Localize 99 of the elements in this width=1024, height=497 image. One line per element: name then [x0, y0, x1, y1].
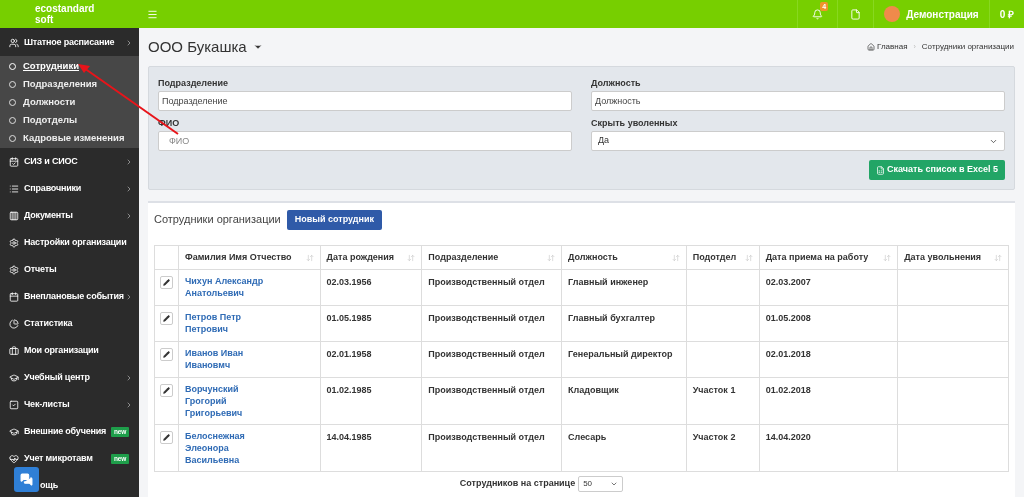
table-header-cell[interactable]: Подразделение [421, 245, 562, 270]
submenu-item[interactable]: Подразделения [0, 75, 139, 93]
avatar [884, 6, 901, 22]
input-field[interactable]: Должность [591, 91, 1005, 111]
table-cell: 01.05.1985 [326, 313, 372, 323]
sidebar-item[interactable]: СИЗ и СИОС [0, 148, 139, 175]
gear-icon [9, 237, 19, 248]
graduation-cap-icon [9, 372, 19, 383]
input-field[interactable]: ФИО [158, 131, 572, 151]
page-size-select[interactable]: 50 [578, 476, 624, 492]
submenu-item[interactable]: Подотделы [0, 111, 139, 129]
sort-icon [547, 253, 556, 262]
table-header-cell[interactable]: Подотдел [686, 245, 760, 270]
table-cell: Главный инженер [568, 277, 649, 287]
sort-icon [407, 253, 416, 262]
table-cell: Слесарь [568, 432, 607, 442]
page-title[interactable]: ООО Букашка [148, 35, 247, 59]
table-header-cell[interactable]: Дата увольнения [897, 245, 1009, 270]
columns-icon [9, 210, 19, 221]
submenu-item[interactable]: Должности [0, 93, 139, 111]
pencil-icon [163, 434, 170, 441]
home-icon [867, 43, 876, 51]
table-header-cell[interactable]: Дата приема на работу [759, 245, 898, 270]
edit-button[interactable] [160, 384, 173, 397]
table-cell: Производственный отдел [428, 349, 545, 359]
submenu-item[interactable]: Сотрудники [0, 57, 139, 75]
table-cell: 01.05.2008 [765, 313, 811, 323]
caret-icon[interactable] [252, 42, 263, 52]
users-icon [9, 37, 19, 48]
table-header-cell[interactable]: Должность [561, 245, 687, 270]
table-cell: Кладовщик [568, 385, 619, 395]
table-cell: Производственный отдел [428, 385, 545, 395]
table-header-cell[interactable]: Дата рождения [320, 245, 422, 270]
field-label: Подразделение [158, 77, 229, 90]
pie-chart-icon [9, 318, 19, 329]
select-field[interactable]: Да [591, 131, 1005, 151]
pencil-icon [163, 387, 170, 394]
calendar-check-icon [9, 156, 19, 167]
sidebar-item[interactable]: Чек-листы [0, 391, 139, 418]
breadcrumb[interactable]: Главная [877, 41, 908, 53]
sidebar-item[interactable]: Документы [0, 202, 139, 229]
sort-icon [883, 253, 892, 262]
table-cell: Главный бухгалтер [568, 313, 656, 323]
table-cell: 02.01.1958 [326, 349, 372, 359]
chat-button[interactable] [14, 467, 39, 492]
page-size-label: Сотрудников на странице [459, 477, 576, 491]
edit-button[interactable] [160, 348, 173, 361]
logo-text: ecostandard [35, 3, 96, 14]
table-cell: 02.03.2007 [765, 277, 811, 287]
list-icon [9, 183, 19, 194]
table-cell: Производственный отдел [428, 432, 545, 442]
gear-icon [9, 264, 19, 275]
chat-icon [20, 473, 33, 486]
sidebar-item[interactable]: Настройки организации [0, 229, 139, 256]
sort-icon [744, 253, 753, 262]
new-employee-button[interactable]: Новый сотрудник [286, 209, 383, 230]
breadcrumb: Сотрудники организации [921, 41, 1014, 53]
table-cell: 02.03.1956 [326, 277, 372, 287]
heart-pulse-icon [9, 453, 19, 464]
sidebar-item[interactable]: Отчеты [0, 256, 139, 283]
logo-text: soft [35, 14, 55, 25]
graduation-cap-icon [9, 426, 19, 437]
sidebar-item[interactable]: Штатное расписание [0, 29, 139, 56]
sort-icon [994, 253, 1002, 262]
edit-button[interactable] [160, 312, 173, 325]
card-title: Сотрудники организации [154, 212, 281, 228]
chevron-icon [610, 480, 619, 488]
table-cell: Участок 1 [692, 385, 736, 395]
spreadsheet-icon [876, 165, 885, 175]
edit-button[interactable] [160, 276, 173, 289]
table-cell: Участок 2 [692, 432, 736, 442]
submenu-item[interactable]: Кадровые изменения [0, 129, 139, 147]
checkbox-icon [9, 399, 19, 410]
field-label: Скрыть уволенных [591, 117, 679, 130]
pencil-icon [163, 279, 170, 286]
table-header-cell[interactable]: Фамилия Имя Отчество [178, 245, 321, 270]
table-cell: 02.01.2018 [765, 349, 811, 359]
table-cell: 14.04.1985 [326, 432, 372, 442]
sidebar-item[interactable]: Внеплановые события [0, 283, 139, 310]
sort-icon [305, 253, 314, 262]
table-cell: 14.04.2020 [765, 432, 811, 442]
calendar-icon [9, 291, 19, 302]
briefcase-icon [9, 345, 19, 356]
table-cell: Производственный отдел [428, 313, 545, 323]
table-cell: Производственный отдел [428, 277, 545, 287]
table-cell: Генеральный директор [568, 349, 673, 359]
table-cell: 01.02.2018 [765, 385, 811, 395]
input-field[interactable]: Подразделение [158, 91, 572, 111]
pencil-icon [163, 351, 170, 358]
edit-button[interactable] [160, 431, 173, 444]
field-label: Должность [591, 77, 642, 90]
sidebar-item[interactable]: Учебный центр [0, 364, 139, 391]
sort-icon [671, 253, 680, 262]
sidebar-item[interactable]: ощь [0, 472, 139, 497]
sidebar-item[interactable]: Справочники [0, 175, 139, 202]
sidebar-item[interactable]: Мои организации [0, 337, 139, 364]
sidebar-item[interactable]: Статистика [0, 310, 139, 337]
pencil-icon [163, 315, 170, 322]
table-cell: 01.02.1985 [326, 385, 372, 395]
